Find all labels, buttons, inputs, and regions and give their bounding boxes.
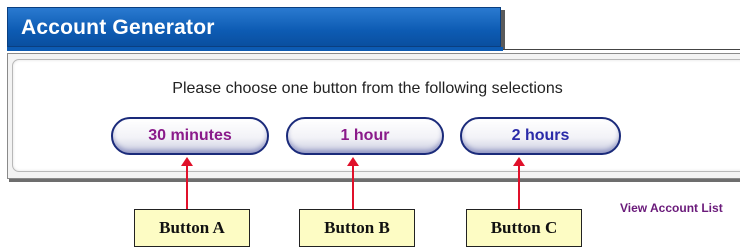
title-bar: Account Generator [7,7,501,47]
1-hour-button[interactable]: 1 hour [286,117,444,155]
arrow-up-icon [181,157,193,209]
arrow-up-icon [513,157,525,209]
view-account-list-link[interactable]: View Account List [620,201,723,215]
2-hours-button[interactable]: 2 hours [460,117,621,155]
instruction-text: Please choose one button from the follow… [172,80,563,97]
button-b-callout: Button B [299,209,415,247]
arrow-up-icon [347,157,359,209]
selection-panel-inner [12,59,740,172]
page-title: Account Generator [21,16,215,39]
account-generator-stage: Account Generator Please choose one butt… [0,0,740,249]
title-underline [7,47,503,51]
button-c-callout: Button C [466,209,582,247]
title-divider [503,49,740,50]
30-minutes-button[interactable]: 30 minutes [111,117,269,155]
button-a-callout: Button A [134,209,250,247]
selection-panel [7,53,740,179]
